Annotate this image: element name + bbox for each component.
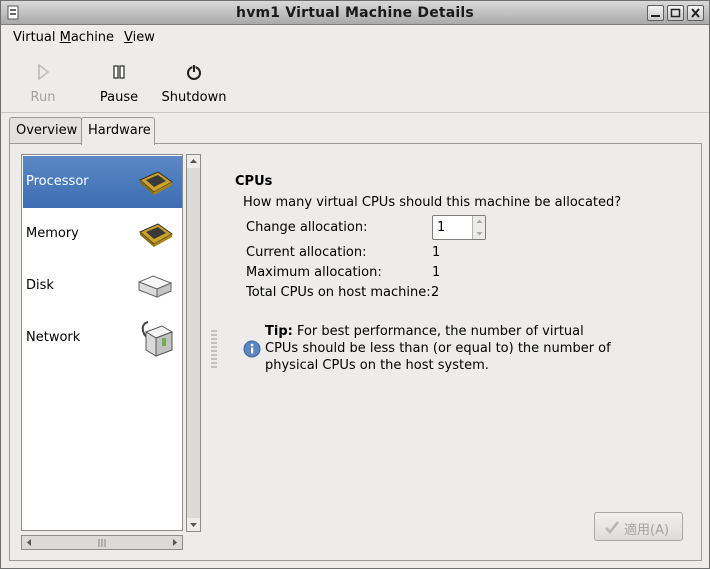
scroll-up-button[interactable] <box>187 155 200 168</box>
disk-icon <box>137 275 173 298</box>
hardware-item-processor[interactable]: Processor <box>23 156 182 208</box>
cpu-details-pane: CPUs How many virtual CPUs should this m… <box>227 159 692 549</box>
hardware-item-label: Disk <box>26 278 54 293</box>
maximum-allocation-value: 1 <box>432 265 441 280</box>
hardware-item-label: Processor <box>26 174 89 189</box>
scroll-thumb-grip-icon[interactable] <box>97 538 107 548</box>
close-icon <box>691 8 700 18</box>
processor-icon <box>139 171 173 195</box>
tab-overview[interactable]: Overview <box>9 117 82 144</box>
menu-virtual-machine[interactable]: Virtual Machine <box>13 30 114 45</box>
performance-tip: Tip: For best performance, the number of… <box>265 323 625 374</box>
run-button[interactable]: Run <box>23 51 63 111</box>
play-icon <box>38 63 50 81</box>
hardware-item-label: Memory <box>26 226 79 241</box>
minimize-icon <box>651 15 660 17</box>
title-bar[interactable]: hvm1 Virtual Machine Details <box>1 1 709 25</box>
power-icon <box>187 65 201 80</box>
pause-label: Pause <box>99 90 139 105</box>
hardware-item-disk[interactable]: Disk <box>23 260 182 312</box>
cpus-question: How many virtual CPUs should this machin… <box>243 195 622 210</box>
hardware-item-label: Network <box>26 330 81 345</box>
network-card-icon <box>141 321 174 357</box>
checkmark-icon <box>605 521 619 534</box>
scroll-down-button[interactable] <box>187 518 200 531</box>
tab-hardware[interactable]: Hardware <box>81 117 155 145</box>
arrow-up-icon <box>190 159 197 163</box>
arrow-left-icon <box>27 539 31 546</box>
maximum-allocation-label: Maximum allocation: <box>246 265 382 280</box>
cpus-heading: CPUs <box>235 174 273 189</box>
toolbar: Run Pause Shutdown <box>1 51 709 113</box>
tab-hardware-label: Hardware <box>88 123 151 138</box>
total-cpus-value: 2 <box>431 285 440 300</box>
spinner-buttons <box>472 216 485 239</box>
current-allocation-label: Current allocation: <box>246 245 367 260</box>
tip-line-3: physical CPUs on the host system. <box>265 358 489 373</box>
list-horizontal-scrollbar[interactable] <box>21 535 183 550</box>
hardware-item-memory[interactable]: Memory <box>23 208 182 260</box>
change-allocation-spinner[interactable]: 1 <box>432 215 486 240</box>
vm-details-window: hvm1 Virtual Machine Details Virtual Mac… <box>0 0 710 569</box>
menu-bar: Virtual Machine View <box>1 26 709 50</box>
tip-line-2: CPUs should be less than (or equal to) t… <box>265 341 611 356</box>
pause-button[interactable]: Pause <box>93 51 145 111</box>
close-button[interactable] <box>687 5 704 21</box>
shutdown-button[interactable]: Shutdown <box>159 51 229 111</box>
tip-label: Tip: <box>265 324 293 339</box>
spin-up-icon[interactable] <box>473 216 486 227</box>
hardware-item-network[interactable]: Network <box>23 312 182 364</box>
total-cpus-label: Total CPUs on host machine: <box>246 285 431 300</box>
window-title: hvm1 Virtual Machine Details <box>236 5 474 21</box>
change-allocation-label: Change allocation: <box>246 220 368 235</box>
current-allocation-value: 1 <box>432 245 441 260</box>
memory-chip-icon <box>139 223 173 247</box>
tab-overview-label: Overview <box>16 123 78 138</box>
spin-down-icon[interactable] <box>473 228 486 239</box>
hardware-list: Processor Memory Disk Network <box>21 154 183 531</box>
info-icon <box>243 340 261 358</box>
apply-button[interactable]: 適用(A) <box>594 512 683 541</box>
apply-label: 適用(A) <box>624 523 670 538</box>
minimize-button[interactable] <box>647 5 664 21</box>
maximize-icon <box>670 8 681 18</box>
maximize-button[interactable] <box>667 5 684 21</box>
list-vertical-scrollbar[interactable] <box>186 154 201 532</box>
menu-view[interactable]: View <box>124 30 155 45</box>
pane-splitter-grip-icon[interactable] <box>211 329 217 369</box>
run-label: Run <box>30 90 56 105</box>
arrow-down-icon <box>190 523 197 527</box>
shutdown-label: Shutdown <box>161 90 227 105</box>
change-allocation-value[interactable]: 1 <box>437 220 445 235</box>
arrow-right-icon <box>173 539 177 546</box>
tip-line-1: For best performance, the number of virt… <box>292 324 584 339</box>
pause-icon <box>113 65 125 79</box>
